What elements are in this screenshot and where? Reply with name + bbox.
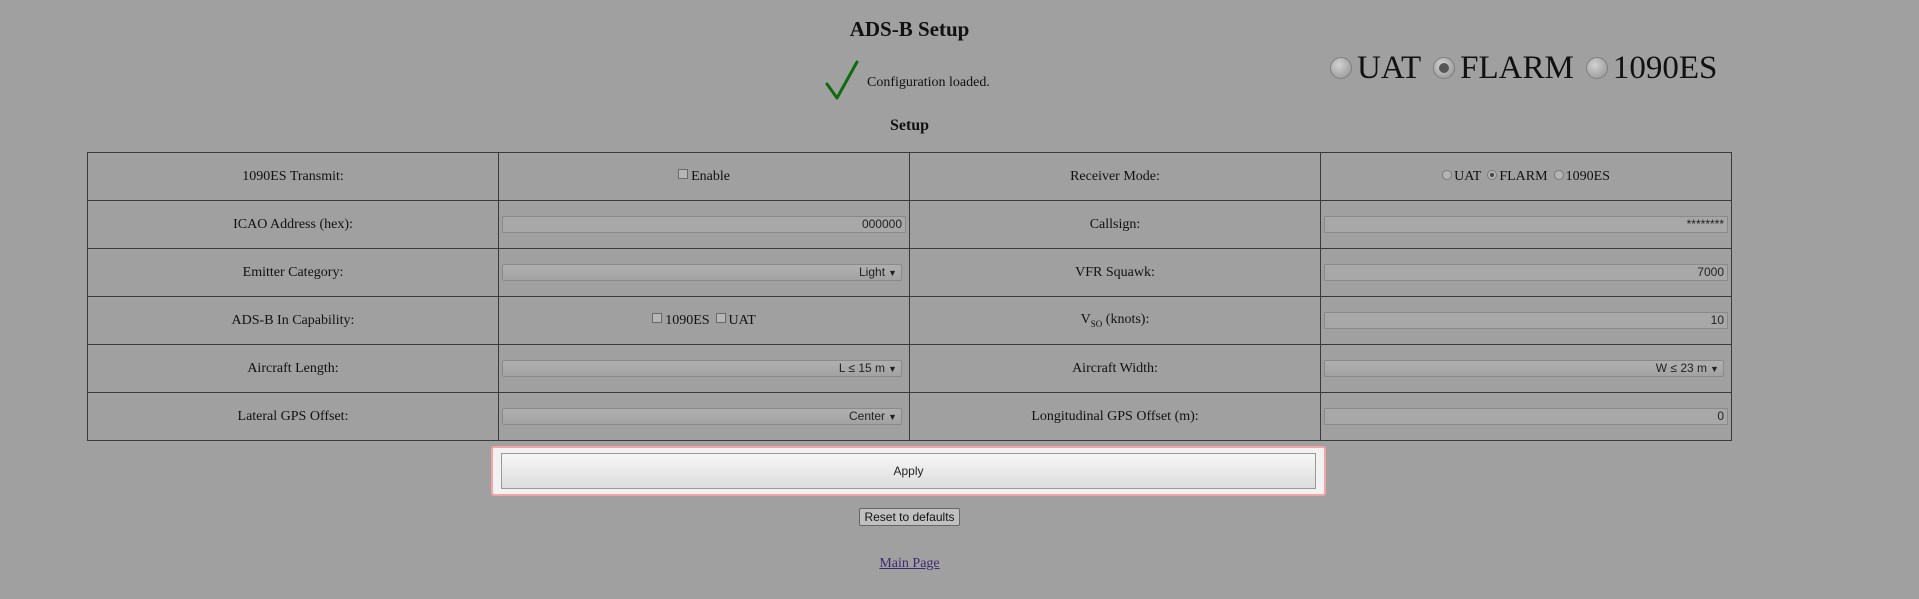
vso-label-sub: SO	[1090, 318, 1103, 329]
receiver-mode-uat[interactable]: UAT	[1442, 169, 1481, 184]
radio-label: FLARM	[1499, 168, 1548, 184]
table-row: 1090ES Transmit: Enable Receiver Mode: U…	[87, 152, 1732, 201]
icao-label: ICAO Address (hex):	[87, 200, 499, 249]
select-value: Center	[849, 409, 886, 423]
emitter-select[interactable]: Light ▼	[502, 264, 902, 281]
icao-cell: 000000	[498, 200, 910, 249]
apply-button-focus-ring: Apply	[491, 446, 1326, 496]
width-select[interactable]: W ≤ 23 m ▼	[1324, 360, 1724, 377]
vso-label-rest: (knots):	[1102, 312, 1150, 328]
lateral-label: Lateral GPS Offset:	[87, 392, 499, 441]
select-value: L ≤ 15 m	[838, 361, 886, 375]
radio-label: 1090ES	[1565, 168, 1610, 184]
mode-radio-group-large: UAT FLARM 1090ES	[1330, 48, 1729, 88]
status-message: Configuration loaded.	[867, 75, 990, 90]
adsb-in-cell: 1090ES UAT	[498, 296, 910, 345]
mode-radio-flarm-large[interactable]: FLARM	[1433, 48, 1574, 88]
checkbox-label: Enable	[691, 168, 730, 184]
main-page-link-wrap: Main Page	[0, 556, 1819, 572]
transmit-label: 1090ES Transmit:	[87, 152, 499, 201]
radio-icon[interactable]	[1553, 169, 1564, 180]
squawk-label: VFR Squawk:	[909, 248, 1321, 297]
emitter-label: Emitter Category:	[87, 248, 499, 297]
dropdown-arrow-icon: ▼	[888, 268, 897, 278]
squawk-input[interactable]: 7000	[1324, 264, 1728, 281]
radio-label: UAT	[1357, 50, 1422, 86]
adsb-in-label: ADS-B In Capability:	[87, 296, 499, 345]
callsign-label: Callsign:	[909, 200, 1321, 249]
table-row: Emitter Category: Light ▼ VFR Squawk: 700…	[87, 248, 1732, 297]
lateral-select[interactable]: Center ▼	[502, 408, 902, 425]
vso-cell: 10	[1320, 296, 1732, 345]
emitter-cell: Light ▼	[498, 248, 910, 297]
lateral-cell: Center ▼	[498, 392, 910, 441]
checkbox[interactable]	[652, 312, 663, 323]
receiver-mode-cell: UAT FLARM 1090ES	[1320, 152, 1732, 201]
table-row: ICAO Address (hex): 000000 Callsign: ***…	[87, 200, 1732, 249]
radio-icon[interactable]	[1442, 169, 1453, 180]
setup-table: 1090ES Transmit: Enable Receiver Mode: U…	[87, 152, 1732, 441]
longitudinal-label: Longitudinal GPS Offset (m):	[909, 392, 1321, 441]
table-row: Lateral GPS Offset: Center ▼ Longitudinal…	[87, 392, 1732, 441]
longitudinal-cell: 0	[1320, 392, 1732, 441]
length-label: Aircraft Length:	[87, 344, 499, 393]
mode-radio-1090es-large[interactable]: 1090ES	[1585, 48, 1718, 88]
callsign-cell: ********	[1320, 200, 1732, 249]
section-title: Setup	[889, 117, 930, 134]
longitudinal-input[interactable]: 0	[1324, 408, 1728, 425]
length-select[interactable]: L ≤ 15 m ▼	[502, 360, 902, 377]
adsb-in-1090es[interactable]: 1090ES	[652, 312, 710, 328]
select-value: W ≤ 23 m	[1655, 361, 1708, 375]
check-icon	[825, 60, 859, 100]
receiver-mode-1090es[interactable]: 1090ES	[1553, 168, 1610, 184]
status-area: Configuration loaded.	[825, 60, 990, 102]
page-title: ADS-B Setup	[849, 17, 970, 41]
radio-icon[interactable]	[1585, 57, 1608, 79]
receiver-mode-label: Receiver Mode:	[909, 152, 1321, 201]
dropdown-arrow-icon: ▼	[888, 412, 897, 422]
select-value: Light	[859, 265, 886, 279]
length-cell: L ≤ 15 m ▼	[498, 344, 910, 393]
radio-label: 1090ES	[1612, 50, 1718, 86]
table-row: ADS-B In Capability: 1090ES UAT VSO (knot…	[87, 296, 1732, 345]
radio-icon[interactable]	[1433, 57, 1456, 79]
vso-label-main: V	[1080, 312, 1091, 328]
radio-icon[interactable]	[1330, 57, 1352, 79]
vso-label: VSO (knots):	[909, 296, 1321, 345]
table-row: Aircraft Length: L ≤ 15 m ▼ Aircraft Widt…	[87, 344, 1732, 393]
apply-button[interactable]: Apply	[501, 453, 1316, 489]
callsign-input[interactable]: ********	[1324, 216, 1728, 233]
checkbox-label: 1090ES	[665, 312, 710, 328]
icao-input[interactable]: 000000	[502, 216, 906, 233]
squawk-cell: 7000	[1320, 248, 1732, 297]
radio-label: FLARM	[1460, 50, 1574, 86]
checkbox-label: UAT	[728, 312, 756, 328]
radio-label: UAT	[1454, 168, 1482, 184]
dropdown-arrow-icon: ▼	[888, 364, 897, 374]
adsb-in-uat[interactable]: UAT	[715, 312, 756, 328]
checkbox[interactable]	[715, 312, 726, 323]
transmit-cell: Enable	[498, 152, 910, 201]
vso-input[interactable]: 10	[1324, 312, 1728, 329]
transmit-enable-checkbox[interactable]	[678, 168, 689, 179]
width-label: Aircraft Width:	[909, 344, 1321, 393]
width-cell: W ≤ 23 m ▼	[1320, 344, 1732, 393]
dropdown-arrow-icon: ▼	[1710, 364, 1719, 374]
main-page-link[interactable]: Main Page	[879, 556, 939, 571]
reset-defaults-button[interactable]: Reset to defaults	[859, 508, 960, 526]
radio-icon[interactable]	[1487, 169, 1498, 180]
mode-radio-uat-large[interactable]: UAT	[1330, 48, 1421, 88]
receiver-mode-flarm[interactable]: FLARM	[1487, 168, 1548, 184]
